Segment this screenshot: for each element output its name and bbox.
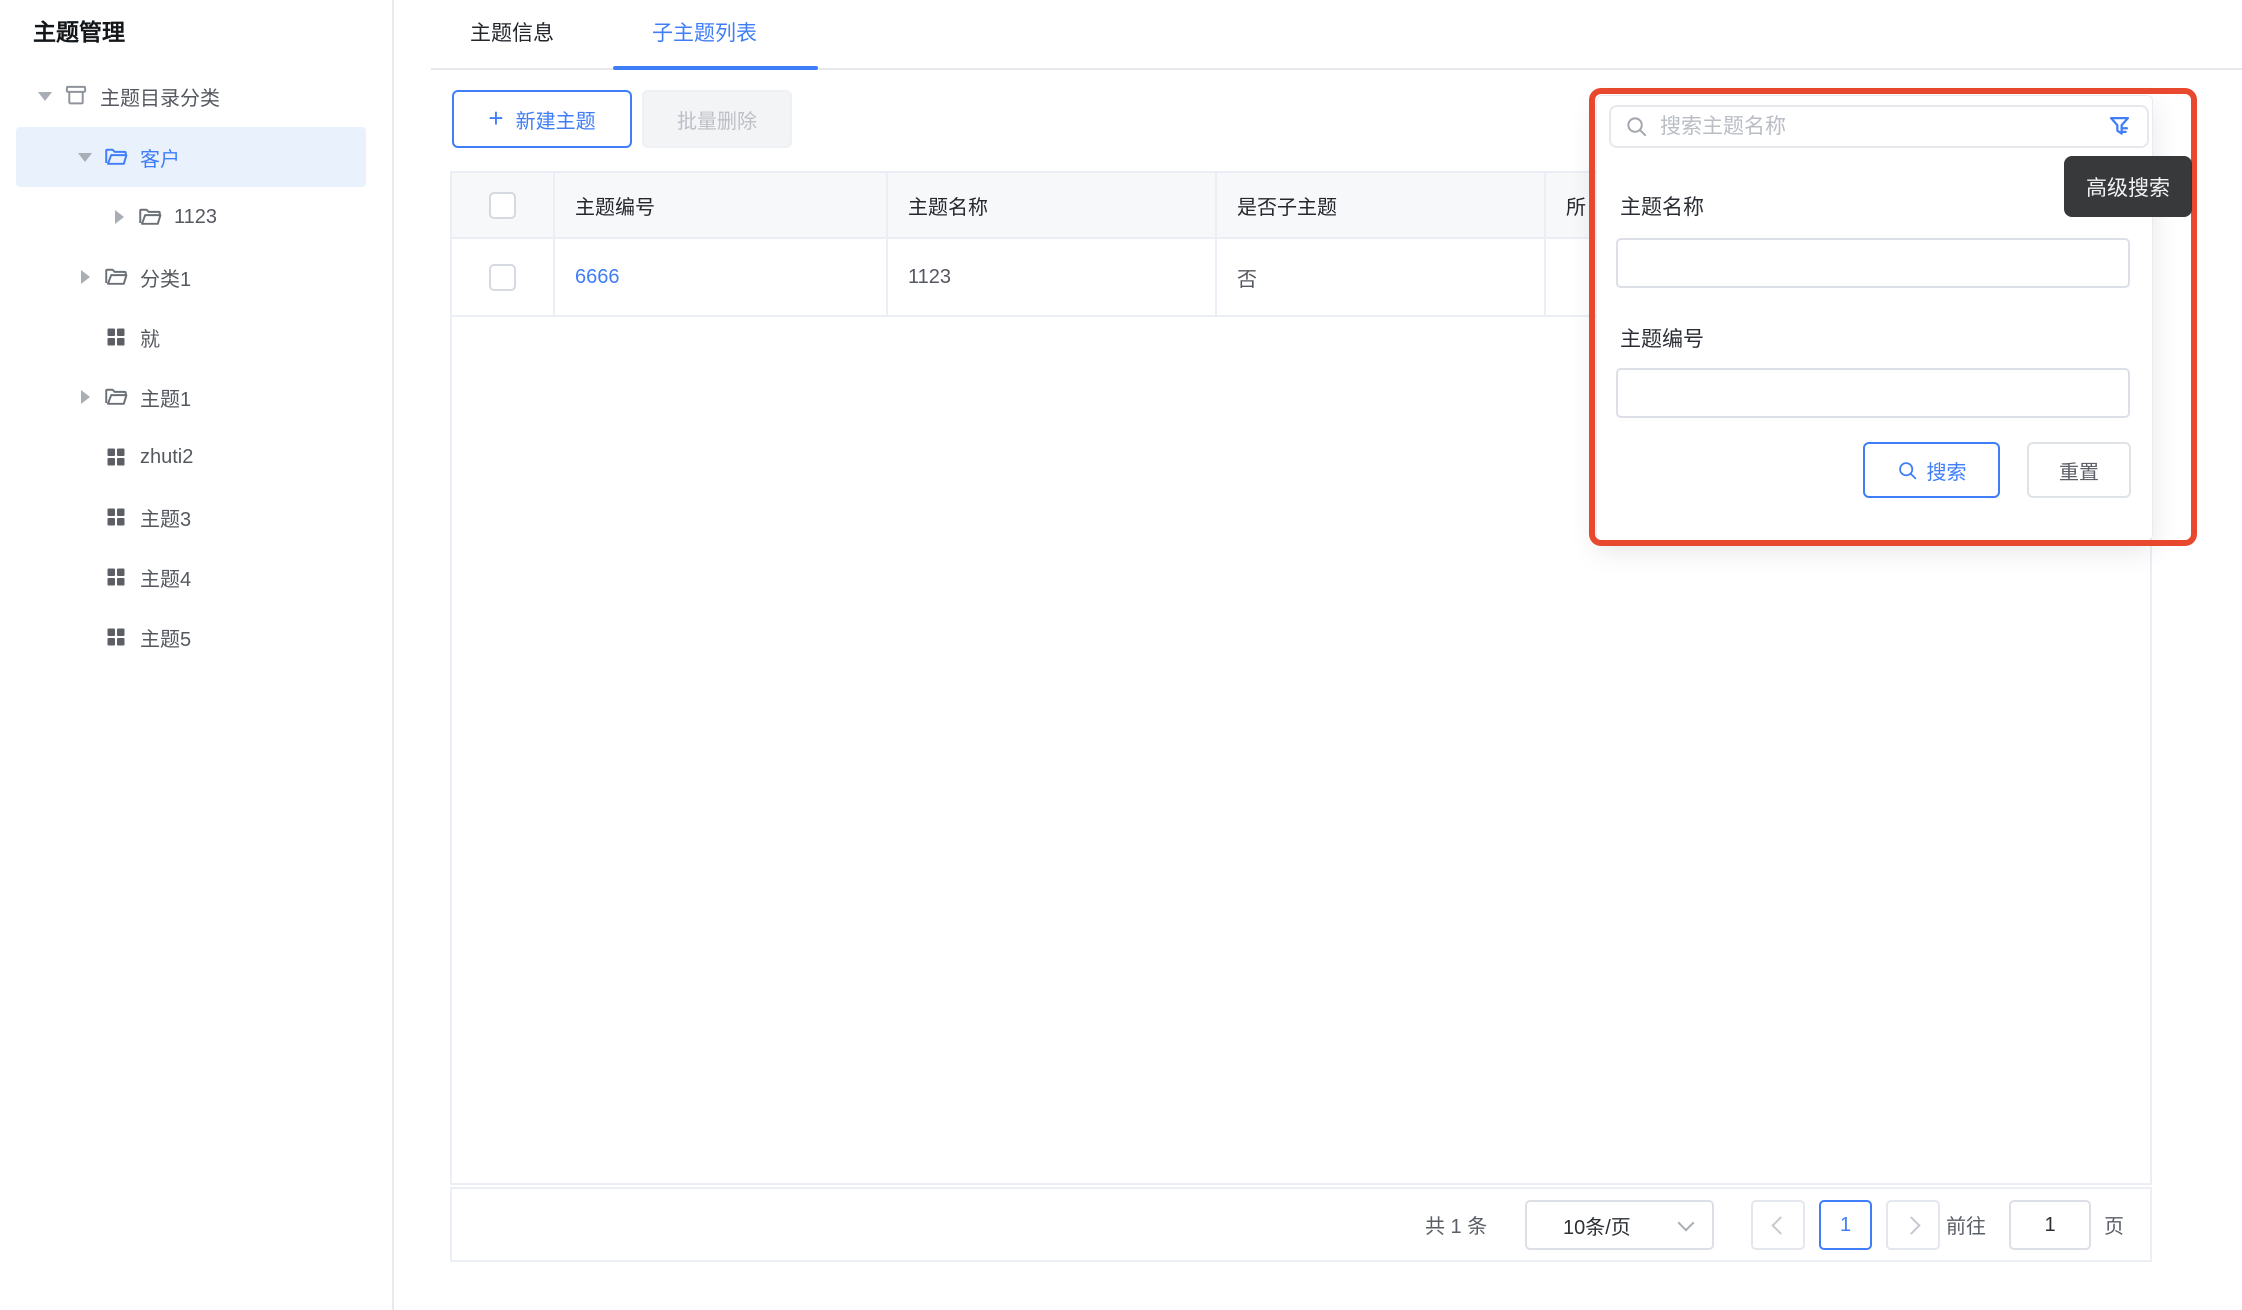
folder-icon (103, 384, 129, 410)
new-topic-button-label: 新建主题 (516, 105, 596, 134)
chevron-right-icon (1902, 1216, 1920, 1234)
reset-button[interactable]: 重置 (2027, 442, 2131, 498)
tree-node-1123[interactable]: 1123 (0, 187, 392, 247)
sidebar-divider (392, 0, 394, 1310)
caret-down-icon[interactable] (36, 87, 54, 105)
tree-node-zhuti2[interactable]: zhuti2 (0, 427, 392, 487)
caret-right-icon[interactable] (76, 388, 94, 406)
tree-node-label: 主题5 (140, 623, 191, 652)
tree-node-category1[interactable]: 分类1 (0, 247, 392, 307)
tree-node-label: 就 (140, 323, 160, 352)
tab-topic-info[interactable]: 主题信息 (470, 17, 554, 47)
tree-node-topic-catalog[interactable]: 主题目录分类 (0, 66, 392, 126)
search-button-label: 搜索 (1927, 456, 1967, 485)
tree-node-label: 主题目录分类 (100, 82, 220, 111)
page-title: 主题管理 (33, 13, 125, 47)
plus-icon: + (488, 105, 503, 131)
topic-code-cell: 6666 (555, 239, 888, 315)
tree-node-label: 主题3 (140, 503, 191, 532)
topic-management-app: 主题管理 主题目录分类 客户 1123 (0, 0, 2242, 1310)
page-size-value: 10条/页 (1563, 1211, 1631, 1240)
search-icon (1897, 460, 1918, 481)
pagination: 共 1 条 10条/页 1 前往 页 (450, 1187, 2152, 1262)
search-input[interactable] (1660, 115, 2094, 139)
search-button[interactable]: 搜索 (1863, 442, 2000, 498)
active-tab-underline (613, 66, 818, 70)
tree-node-label: 1123 (174, 206, 217, 229)
next-page-button[interactable] (1886, 1200, 1940, 1250)
tree-node-label: zhuti2 (140, 446, 193, 469)
topic-name-label: 主题名称 (1620, 191, 1704, 221)
sidebar: 主题管理 主题目录分类 客户 1123 (0, 0, 392, 1310)
batch-delete-button-label: 批量删除 (677, 105, 757, 134)
batch-delete-button[interactable]: 批量删除 (642, 90, 792, 148)
chevron-down-icon (1678, 1214, 1695, 1231)
page-number-button[interactable]: 1 (1819, 1200, 1872, 1250)
select-all-cell (452, 173, 555, 237)
tree-node-label: 客户 (140, 143, 180, 172)
select-all-checkbox[interactable] (489, 192, 516, 219)
grid-icon (103, 624, 129, 650)
chevron-left-icon (1771, 1216, 1789, 1234)
search-box (1609, 105, 2149, 148)
column-header-name: 主题名称 (888, 173, 1217, 237)
grid-icon (103, 504, 129, 530)
goto-page-input[interactable] (2009, 1200, 2091, 1250)
search-icon (1625, 115, 1648, 138)
caret-down-icon[interactable] (76, 148, 94, 166)
tree-node-label: 主题4 (140, 563, 191, 592)
goto-label: 前往 (1946, 1189, 1986, 1260)
topic-code-label: 主题编号 (1620, 323, 1704, 353)
folder-open-icon (103, 144, 129, 170)
total-count: 共 1 条 (1425, 1189, 1487, 1260)
caret-right-icon[interactable] (76, 268, 94, 286)
is-subtopic-cell: 否 (1217, 239, 1546, 315)
archive-icon (63, 83, 89, 109)
tree-node-topic5[interactable]: 主题5 (0, 607, 392, 667)
folder-icon (103, 264, 129, 290)
tree-node-jiu[interactable]: 就 (0, 307, 392, 367)
row-select-cell (452, 239, 555, 315)
tree-node-customer[interactable]: 客户 (16, 127, 366, 187)
page-unit-label: 页 (2104, 1189, 2124, 1260)
topic-name-input[interactable] (1616, 238, 2130, 288)
tree-node-topic4[interactable]: 主题4 (0, 547, 392, 607)
new-topic-button[interactable]: + 新建主题 (452, 90, 632, 148)
topic-name-cell: 1123 (888, 239, 1217, 315)
column-header-code: 主题编号 (555, 173, 888, 237)
topic-code-input[interactable] (1616, 368, 2130, 418)
grid-icon (103, 324, 129, 350)
tree-node-label: 分类1 (140, 263, 191, 292)
tree-node-topic1[interactable]: 主题1 (0, 367, 392, 427)
column-header-is-sub: 是否子主题 (1217, 173, 1546, 237)
prev-page-button[interactable] (1751, 1200, 1805, 1250)
advanced-search-tooltip: 高级搜索 (2064, 156, 2192, 217)
tree-node-topic3[interactable]: 主题3 (0, 487, 392, 547)
tree-node-label: 主题1 (140, 383, 191, 412)
topic-code-link[interactable]: 6666 (575, 266, 620, 289)
grid-icon (103, 564, 129, 590)
filter-icon[interactable] (2106, 113, 2133, 140)
tab-subtopic-list[interactable]: 子主题列表 (652, 17, 757, 47)
row-checkbox[interactable] (489, 264, 516, 291)
caret-right-icon[interactable] (110, 208, 128, 226)
reset-button-label: 重置 (2059, 456, 2099, 485)
folder-icon (137, 204, 163, 230)
grid-icon (103, 444, 129, 470)
page-size-select[interactable]: 10条/页 (1525, 1200, 1714, 1250)
